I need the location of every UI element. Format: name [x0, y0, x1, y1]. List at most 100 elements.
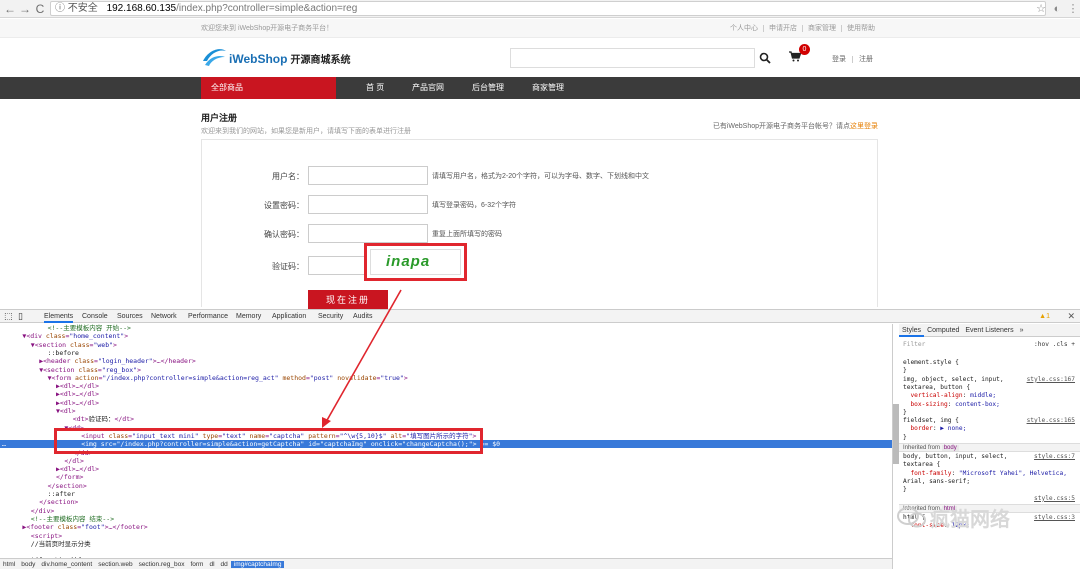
css-selector[interactable]: Arial, sans-serif;	[903, 478, 1078, 486]
breadcrumb-item-active[interactable]: img#captchaImg	[230, 561, 285, 568]
warning-count[interactable]: ▲1	[1039, 310, 1050, 323]
dom-node[interactable]: <script>	[0, 532, 892, 540]
reload-button[interactable]: C	[33, 2, 47, 16]
dom-node[interactable]: </section>	[0, 482, 892, 490]
top-link-open-shop[interactable]: 申请开店	[763, 25, 802, 32]
dom-node[interactable]	[0, 548, 892, 556]
dom-node[interactable]: ▼<section class="web">	[0, 341, 892, 349]
dom-node[interactable]: ▶<dl>…</dl>	[0, 465, 892, 473]
site-logo[interactable]: iWebShop 开源商城系统	[201, 45, 351, 71]
dom-node[interactable]: </section>	[0, 498, 892, 506]
breadcrumb-item[interactable]: section.web	[95, 561, 135, 568]
tab-memory[interactable]: Memory	[236, 310, 261, 323]
login-link[interactable]: 登录	[826, 56, 852, 63]
css-selector[interactable]: textarea {	[903, 461, 1078, 469]
dom-node[interactable]: ::after	[0, 490, 892, 498]
tab-event-listeners[interactable]: Event Listeners	[962, 324, 1016, 337]
tab-network[interactable]: Network	[151, 310, 177, 323]
username-tip: 请填写用户名，格式为2-20个字符，可以为字母、数字、下划线和中文	[432, 173, 650, 180]
inherited-header: Inherited from body	[899, 443, 1080, 452]
dom-node[interactable]: </dl>	[0, 457, 892, 465]
tab-styles[interactable]: Styles	[899, 324, 925, 337]
styles-scrollbar[interactable]	[893, 404, 899, 464]
close-icon[interactable]: ✕	[1067, 310, 1075, 323]
tab-security[interactable]: Security	[318, 310, 343, 323]
dom-node[interactable]: <!--主要模板内容 开始-->	[0, 324, 892, 332]
dom-node[interactable]: //当前页时显示分类	[0, 540, 892, 548]
top-link-help[interactable]: 使用帮助	[841, 25, 880, 32]
styles-filter-tools[interactable]: :hov .cls +	[1034, 341, 1075, 349]
css-selector[interactable]: }	[903, 434, 1078, 442]
css-selector[interactable]: img, object, select, input, style.css:167	[903, 376, 1078, 384]
menu-icon[interactable]: ⋮	[1066, 2, 1080, 16]
breadcrumb-item[interactable]: html	[0, 561, 18, 568]
styles-filter-input[interactable]: Filter:hov .cls +	[903, 341, 1078, 349]
search-icon[interactable]	[755, 48, 775, 68]
nav-seller-admin[interactable]: 商家管理	[532, 77, 564, 99]
login-links: 登录 注册	[826, 54, 879, 64]
breadcrumb-item[interactable]: section.reg_box	[136, 561, 188, 568]
dom-node[interactable]: ▼<section class="reg_box">	[0, 366, 892, 374]
css-property[interactable]: box-sizing: content-box;	[903, 401, 1078, 409]
dom-node[interactable]: ▶<header class="login_header">…</header>	[0, 357, 892, 365]
tab-application[interactable]: Application	[272, 310, 306, 323]
register-link[interactable]: 注册	[852, 56, 879, 63]
bookmark-star-icon[interactable]: ☆	[1034, 2, 1048, 16]
nav-home[interactable]: 首 页	[366, 77, 384, 99]
dom-node[interactable]: </div>	[0, 507, 892, 515]
nav-product-site[interactable]: 产品官网	[412, 77, 444, 99]
confirm-password-input[interactable]	[308, 224, 428, 243]
tab-performance[interactable]: Performance	[188, 310, 228, 323]
css-selector[interactable]: }	[903, 367, 1078, 375]
breadcrumb-item[interactable]: form	[187, 561, 206, 568]
breadcrumb-item[interactable]: dl	[206, 561, 217, 568]
dom-node[interactable]: <dt>验证码：</dt>	[0, 415, 892, 423]
top-link-user-center[interactable]: 个人中心	[725, 25, 763, 32]
all-categories-button[interactable]: 全部商品	[201, 77, 336, 99]
back-button[interactable]: ←	[3, 2, 17, 16]
tab-console[interactable]: Console	[82, 310, 108, 323]
dom-node[interactable]: ▶<dl>…</dl>	[0, 390, 892, 398]
username-input[interactable]	[308, 166, 428, 185]
dom-node[interactable]: ▶<dl>…</dl>	[0, 382, 892, 390]
captcha-input[interactable]	[308, 256, 366, 275]
dom-node[interactable]: </form>	[0, 473, 892, 481]
dom-node[interactable]: ▼<form action="/index.php?controller=sim…	[0, 374, 892, 382]
cart-icon[interactable]	[789, 51, 802, 65]
info-icon[interactable]: ⓘ	[55, 3, 65, 14]
css-selector[interactable]: fieldset, img {style.css:165	[903, 417, 1078, 425]
dom-node[interactable]: ▶<dl>…</dl>	[0, 399, 892, 407]
css-property[interactable]: font-family: "Microsoft Yahei", Helvetic…	[903, 470, 1078, 478]
tab-more[interactable]: »	[1017, 324, 1027, 337]
device-toggle-icon[interactable]: ▯	[18, 310, 23, 323]
login-here-link[interactable]: 这里登录	[850, 123, 878, 130]
address-bar[interactable]: ⓘ 不安全 192.168.60.135/index.php?controlle…	[50, 1, 1046, 16]
dom-node[interactable]: <!--主要模板内容 结束-->	[0, 515, 892, 523]
nav-admin[interactable]: 后台管理	[472, 77, 504, 99]
inspect-icon[interactable]: ⬚	[4, 310, 13, 323]
css-selector[interactable]: element.style {	[903, 359, 1078, 367]
dom-node[interactable]: ▼<div class="home_content">	[0, 332, 892, 340]
breadcrumb-item[interactable]: dd	[218, 561, 231, 568]
css-selector[interactable]: }	[903, 486, 1078, 494]
tab-computed[interactable]: Computed	[924, 324, 962, 337]
css-selector[interactable]: body, button, input, select, style.css:7	[903, 453, 1078, 461]
breadcrumb-item[interactable]: body	[18, 561, 38, 568]
forward-button[interactable]: →	[18, 2, 32, 16]
tab-elements[interactable]: Elements	[44, 310, 74, 323]
css-selector[interactable]: }	[903, 409, 1078, 417]
extension-icon[interactable]: ◐	[1050, 2, 1064, 16]
search-input[interactable]	[510, 48, 755, 68]
css-selector[interactable]: textarea, button {	[903, 384, 1078, 392]
page-title: 用户注册	[201, 113, 238, 123]
tab-audits[interactable]: Audits	[353, 310, 372, 323]
register-submit-button[interactable]: 现在注册	[308, 290, 388, 311]
dom-node[interactable]: ::before	[0, 349, 892, 357]
css-property[interactable]: vertical-align: middle;	[903, 392, 1078, 400]
tab-sources[interactable]: Sources	[117, 310, 143, 323]
css-property[interactable]: border: ▶ none;	[903, 425, 1078, 433]
breadcrumb-item[interactable]: div.home_content	[38, 561, 95, 568]
top-link-seller-admin[interactable]: 商家管理	[802, 25, 841, 32]
password-input[interactable]	[308, 195, 428, 214]
dom-node[interactable]: ▶<footer class="foot">…</footer>	[0, 523, 892, 531]
